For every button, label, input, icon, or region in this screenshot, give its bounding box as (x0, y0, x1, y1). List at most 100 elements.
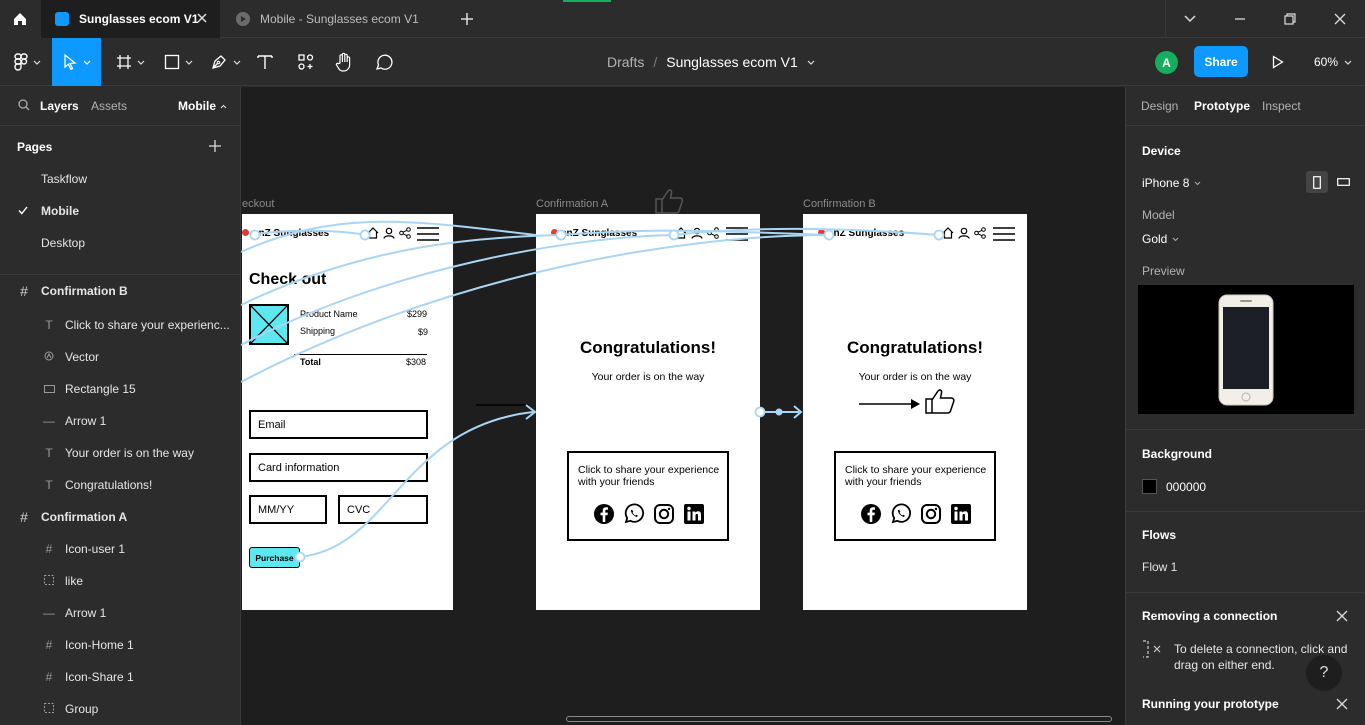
layer-label: Click to share your experienc... (65, 318, 230, 332)
help-label: ? (1319, 664, 1329, 681)
device-value: iPhone 8 (1142, 176, 1190, 190)
prototype-connections[interactable] (241, 87, 1125, 725)
help-button[interactable]: ? (1306, 655, 1342, 691)
new-tab-button[interactable] (455, 0, 479, 38)
comment-tool[interactable] (370, 38, 398, 86)
layer-item[interactable]: # Icon-user 1 (0, 533, 240, 565)
layer-item[interactable]: like (0, 565, 240, 597)
tab-label: Mobile - Sunglasses ecom V1 (260, 12, 419, 26)
tab-design[interactable]: Design (1141, 99, 1178, 113)
close-icon[interactable] (196, 12, 208, 24)
search-icon[interactable] (18, 99, 30, 111)
text-tool[interactable] (252, 38, 278, 86)
layer-label: Group (65, 702, 99, 716)
home-button[interactable] (0, 0, 40, 38)
page-item-taskflow[interactable]: Taskflow (0, 163, 240, 195)
page-selector[interactable]: Mobile (178, 99, 227, 113)
divider (1126, 125, 1365, 126)
present-button[interactable] (1266, 38, 1290, 86)
maximize-button[interactable] (1278, 0, 1302, 38)
page-item-mobile[interactable]: Mobile (0, 195, 240, 227)
layer-label: Arrow 1 (65, 414, 107, 428)
frame-icon (116, 54, 132, 70)
chevron-down-icon[interactable] (807, 60, 815, 65)
add-page-icon[interactable] (209, 140, 221, 152)
flow-item[interactable]: Flow 1 (1142, 560, 1177, 574)
background-value[interactable]: 000000 (1166, 480, 1206, 494)
move-tool[interactable] (52, 38, 101, 86)
layer-item[interactable]: Vector (0, 341, 240, 373)
portrait-toggle[interactable] (1306, 171, 1328, 193)
chevron-down-icon (1194, 181, 1201, 186)
avatar[interactable]: A (1155, 51, 1178, 74)
layer-item[interactable]: # Confirmation B (0, 275, 240, 307)
pen-tool[interactable] (205, 38, 245, 86)
horizontal-scrollbar[interactable] (566, 716, 1112, 722)
text-icon (257, 54, 273, 70)
breadcrumb-drafts[interactable]: Drafts (607, 54, 644, 70)
frame-tool[interactable] (110, 38, 150, 86)
layer-item[interactable]: # Icon-Home 1 (0, 629, 240, 661)
shape-tool[interactable] (157, 38, 199, 86)
minimize-button[interactable] (1228, 0, 1252, 38)
layer-item[interactable]: T Your order is on the way (0, 437, 240, 469)
tab-prototype[interactable]: Prototype (1194, 99, 1250, 113)
file-name[interactable]: Sunglasses ecom V1 (666, 54, 798, 70)
layer-item[interactable]: — Arrow 1 (0, 405, 240, 437)
connection-line (299, 411, 534, 558)
divider (1126, 429, 1365, 430)
disconnect-icon (1142, 640, 1162, 658)
tab-layers[interactable]: Layers (40, 99, 79, 113)
connection-handle (294, 551, 306, 563)
chevron-up-icon (220, 104, 227, 109)
frame-icon: # (20, 509, 28, 525)
layer-item[interactable]: T Click to share your experienc... (0, 309, 240, 341)
layer-label: Arrow 1 (65, 606, 107, 620)
figma-file-icon (55, 12, 69, 26)
layer-label: like (65, 574, 84, 588)
resources-tool[interactable] (292, 38, 320, 86)
chevron-down-icon (1172, 237, 1179, 242)
page-item-desktop[interactable]: Desktop (0, 227, 240, 259)
page-label: Desktop (41, 236, 86, 250)
close-icon[interactable] (1336, 610, 1348, 622)
text-icon: T (45, 446, 53, 460)
chevron-down-icon (185, 60, 193, 65)
page-selector-label: Mobile (178, 99, 216, 113)
layer-item[interactable]: Rectangle 15 (0, 373, 240, 405)
text-icon: T (45, 478, 53, 492)
layer-item[interactable]: — Arrow 1 (0, 597, 240, 629)
landscape-toggle[interactable] (1332, 171, 1354, 193)
chevron-down-icon (233, 60, 241, 65)
tab-mobile-sunglasses[interactable]: Mobile - Sunglasses ecom V1 (222, 0, 447, 38)
chevron-down-icon (83, 60, 91, 65)
close-icon (1334, 13, 1346, 25)
layer-item[interactable]: T Congratulations! (0, 469, 240, 501)
frame-icon: # (45, 670, 53, 684)
zoom-value: 60% (1313, 55, 1339, 69)
window-close-button[interactable] (1328, 0, 1352, 38)
connection-handle (933, 229, 945, 241)
model-dropdown[interactable]: Gold (1142, 232, 1179, 246)
layer-item[interactable]: # Icon-Share 1 (0, 661, 240, 693)
tabs-menu-button[interactable] (1178, 0, 1202, 38)
zoom-dropdown[interactable]: 60% (1308, 38, 1358, 86)
tab-assets[interactable]: Assets (91, 99, 127, 113)
layer-label: Icon-Home 1 (65, 638, 134, 652)
hand-tool[interactable] (330, 38, 358, 86)
share-label: Share (1204, 54, 1238, 69)
background-swatch[interactable] (1142, 479, 1157, 494)
tab-sunglasses-ecom[interactable]: Sunglasses ecom V1 (41, 0, 220, 38)
breadcrumb-separator: / (653, 54, 658, 70)
close-icon[interactable] (1336, 698, 1348, 710)
layer-item[interactable]: Group (0, 693, 240, 725)
device-dropdown[interactable]: iPhone 8 (1142, 176, 1201, 190)
properties-panel: Design Prototype Inspect Device iPhone 8… (1125, 87, 1365, 725)
main-menu-button[interactable] (8, 38, 46, 86)
layer-item[interactable]: # Confirmation A (0, 501, 240, 533)
share-button[interactable]: Share (1194, 46, 1248, 77)
canvas[interactable]: eckout Confirmation A Confirmation B enZ… (241, 87, 1125, 725)
hand-icon (335, 52, 353, 72)
tab-inspect[interactable]: Inspect (1262, 99, 1301, 113)
iphone-preview-image (1218, 294, 1274, 406)
